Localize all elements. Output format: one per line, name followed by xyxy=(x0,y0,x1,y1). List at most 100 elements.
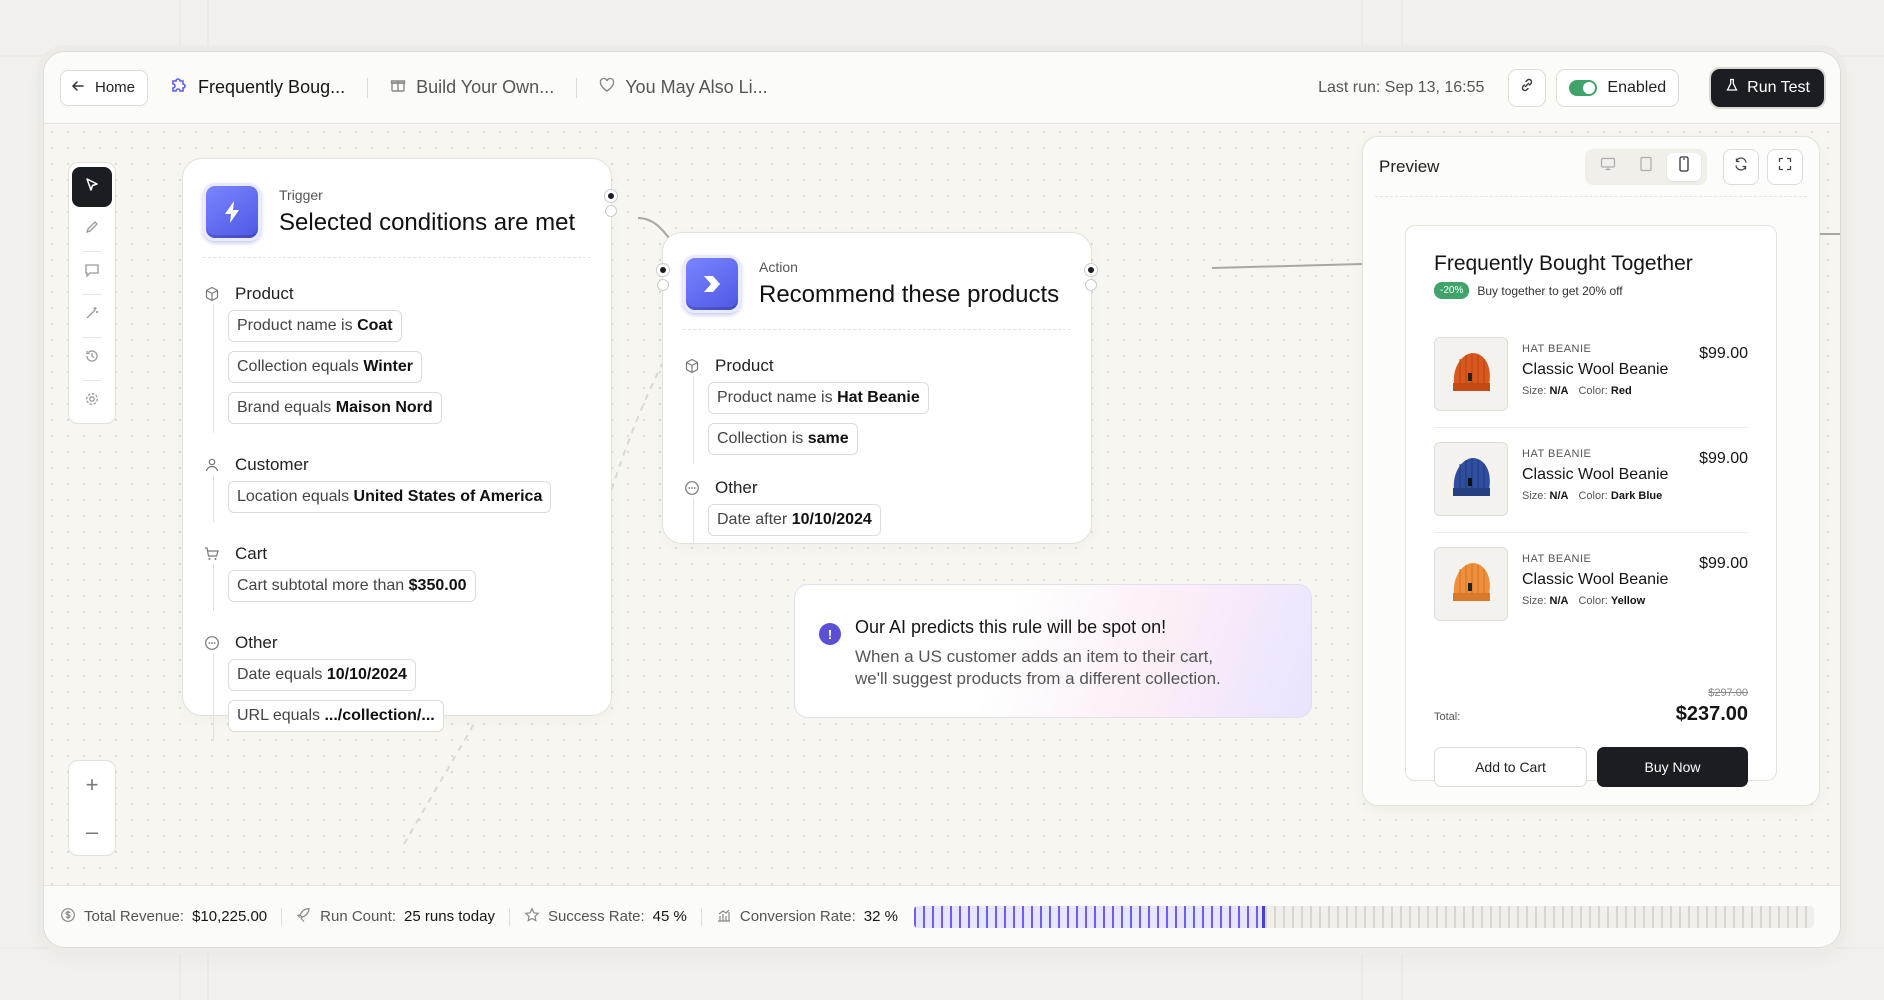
tab-you-may-also-like[interactable]: You May Also Li... xyxy=(599,77,768,98)
pen-tool[interactable] xyxy=(72,209,112,249)
action-output-port-alt[interactable] xyxy=(1085,279,1097,291)
group-title: Product xyxy=(715,356,774,375)
comment-tool[interactable] xyxy=(72,252,112,292)
tab-label: You May Also Li... xyxy=(625,77,768,97)
tab-frequently-bought[interactable]: Frequently Boug... xyxy=(170,76,345,99)
group-title: Cart xyxy=(235,544,268,563)
action-header: Action Recommend these products xyxy=(683,255,1071,330)
stat-runs: Run Count: 25 runs today xyxy=(296,907,495,927)
action-node[interactable]: Action Recommend these products Product … xyxy=(657,232,1097,545)
color-label: Color: xyxy=(1578,490,1608,502)
condition-chip[interactable]: Collection is same xyxy=(708,423,858,455)
condition-value: Maison Nord xyxy=(335,399,433,416)
enabled-toggle[interactable]: Enabled xyxy=(1556,68,1680,107)
size-label: Size: xyxy=(1522,595,1547,607)
trigger-output-port-alt[interactable] xyxy=(605,205,617,217)
condition-chip[interactable]: Collection equals Winter xyxy=(228,351,422,383)
condition-text: Location equals xyxy=(237,488,350,505)
app-window: Home Frequently Boug... Build Your Own..… xyxy=(43,51,1841,948)
last-run-text: Last run: Sep 13, 16:55 xyxy=(1318,78,1485,96)
enabled-label: Enabled xyxy=(1607,78,1667,96)
group-header: Other xyxy=(683,478,1071,498)
connector-action-preview xyxy=(1211,263,1363,269)
condition-list: Cart subtotal more than $350.00 xyxy=(213,564,591,611)
settings-tool[interactable] xyxy=(72,381,112,421)
condition-chip[interactable]: Product name is Hat Beanie xyxy=(708,382,929,414)
condition-value: $350.00 xyxy=(408,577,467,594)
color-value: Yellow xyxy=(1610,595,1646,607)
tablet-view-button[interactable] xyxy=(1629,153,1663,181)
condition-chip[interactable]: URL equals .../collection/... xyxy=(228,700,444,732)
condition-value: .../collection/... xyxy=(324,707,435,724)
beanie-icon xyxy=(1446,345,1496,404)
refresh-button[interactable] xyxy=(1723,148,1759,185)
action-input-port[interactable] xyxy=(657,264,669,276)
beanie-icon xyxy=(1446,450,1496,509)
link-icon xyxy=(1519,77,1535,98)
size-value: N/A xyxy=(1549,595,1569,607)
condition-chip[interactable]: Location equals United States of America xyxy=(228,481,552,513)
ai-body-line: When a US customer adds an item to their… xyxy=(855,647,1214,666)
ai-prediction-card: ! Our AI predicts this rule will be spot… xyxy=(794,584,1312,718)
product-category: HAT BEANIE xyxy=(1522,553,1592,565)
condition-chip[interactable]: Product name is Coat xyxy=(228,310,402,342)
footer-divider xyxy=(700,907,702,926)
select-tool[interactable] xyxy=(72,167,112,207)
product-info: HAT BEANIE Classic Wool Beanie Size: N/A… xyxy=(1522,547,1668,621)
condition-list: Product name is Hat Beanie Collection is… xyxy=(693,376,1071,464)
condition-chip[interactable]: Date equals 10/10/2024 xyxy=(228,659,416,691)
condition-chip[interactable]: Brand equals Maison Nord xyxy=(228,392,442,424)
action-kicker: Action xyxy=(759,259,798,275)
widget-title: Frequently Bought Together xyxy=(1434,252,1693,275)
fullscreen-button[interactable] xyxy=(1767,148,1803,185)
condition-value: Winter xyxy=(363,358,413,375)
magic-tool[interactable] xyxy=(72,295,112,335)
tablet-icon xyxy=(1639,156,1653,177)
group-title: Product xyxy=(235,284,294,303)
more-icon xyxy=(203,634,221,652)
group-header: Product xyxy=(683,356,1071,376)
condition-list: Date after 10/10/2024 xyxy=(693,498,1071,545)
product-meta: Size: N/A Color: Red xyxy=(1522,385,1668,397)
zoom-in-button[interactable]: + xyxy=(86,772,99,798)
trigger-output-port[interactable] xyxy=(605,190,617,202)
stat-value: 25 runs today xyxy=(404,908,495,925)
color-label: Color: xyxy=(1578,595,1608,607)
condition-value: same xyxy=(807,430,849,447)
stats-footer: Total Revenue: $10,225.00 Run Count: 25 … xyxy=(44,885,1840,947)
group-header: Cart xyxy=(203,544,591,564)
condition-chip[interactable]: Cart subtotal more than $350.00 xyxy=(228,570,476,602)
product-item[interactable]: HAT BEANIE Classic Wool Beanie Size: N/A… xyxy=(1434,428,1748,533)
run-test-button[interactable]: Run Test xyxy=(1711,68,1824,107)
tab-divider xyxy=(576,77,578,98)
zoom-out-button[interactable]: – xyxy=(86,819,98,845)
condition-chip[interactable]: Date after 10/10/2024 xyxy=(708,504,881,536)
color-value: Red xyxy=(1610,385,1632,397)
condition-list: Date equals 10/10/2024 URL equals .../co… xyxy=(213,653,591,741)
history-tool[interactable] xyxy=(72,338,112,378)
home-button[interactable]: Home xyxy=(60,69,149,106)
rocket-icon xyxy=(296,907,312,927)
phone-icon xyxy=(1678,156,1690,177)
buy-now-button[interactable]: Buy Now xyxy=(1597,747,1748,787)
mobile-view-button[interactable] xyxy=(1667,152,1702,181)
trigger-header: Trigger Selected conditions are met xyxy=(203,183,591,258)
product-price: $99.00 xyxy=(1699,345,1748,362)
home-label: Home xyxy=(95,79,136,96)
stat-conversion: Conversion Rate: 32 % xyxy=(716,907,898,927)
trigger-node[interactable]: Trigger Selected conditions are met Prod… xyxy=(182,158,617,741)
size-value: N/A xyxy=(1549,490,1569,502)
tab-build-your-own[interactable]: Build Your Own... xyxy=(390,77,554,98)
add-to-cart-button[interactable]: Add to Cart xyxy=(1434,747,1587,787)
product-item[interactable]: HAT BEANIE Classic Wool Beanie Size: N/A… xyxy=(1434,323,1748,428)
size-label: Size: xyxy=(1522,385,1547,397)
action-input-port-alt[interactable] xyxy=(657,279,669,291)
desktop-view-button[interactable] xyxy=(1591,153,1625,181)
total-label: Total: xyxy=(1434,711,1461,723)
copy-link-button[interactable] xyxy=(1508,68,1547,107)
action-output-port[interactable] xyxy=(1085,264,1097,276)
condition-group-customer: Customer Location equals United States o… xyxy=(203,455,591,522)
group-title: Other xyxy=(235,633,278,652)
product-item[interactable]: HAT BEANIE Classic Wool Beanie Size: N/A… xyxy=(1434,533,1748,637)
progress-fill xyxy=(913,905,1265,928)
